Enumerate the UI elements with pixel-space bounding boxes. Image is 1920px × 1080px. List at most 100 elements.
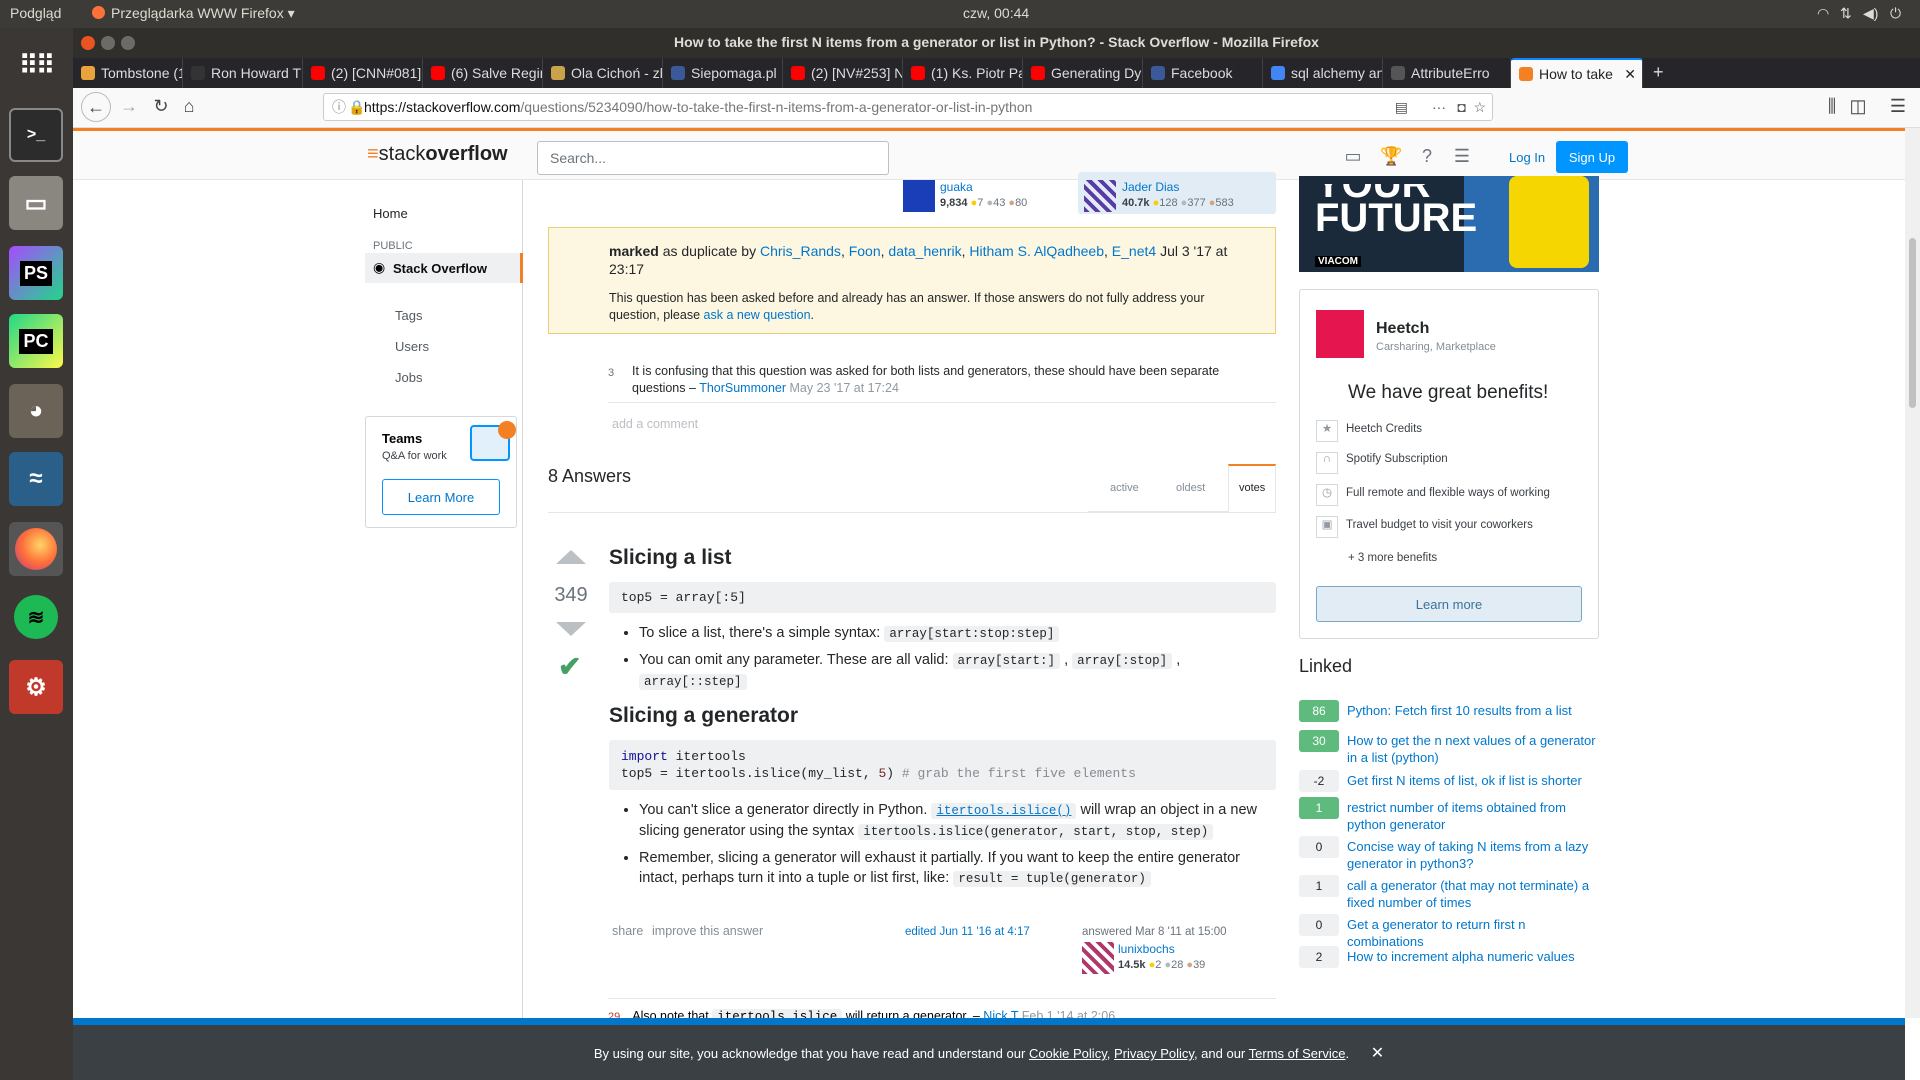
review-queues-icon[interactable]: ☰	[1451, 146, 1473, 167]
browser-tab[interactable]: Tombstone (1	[73, 58, 183, 88]
linked-question-link[interactable]: restrict number of items obtained from p…	[1347, 799, 1599, 833]
bookmark-star-icon[interactable]: ☆	[1473, 99, 1486, 116]
browser-tab[interactable]: Ola Cichoń - zb	[543, 58, 663, 88]
user-card[interactable]: guaka 9,834 ●7 ●43 ●80	[898, 180, 1058, 214]
firefox-icon[interactable]	[9, 522, 63, 576]
sort-icon[interactable]: ⇅	[1840, 5, 1852, 22]
linked-question-link[interactable]: How to increment alpha numeric values	[1347, 948, 1599, 965]
scrollbar-thumb[interactable]	[1909, 238, 1916, 408]
tab-oldest[interactable]: oldest	[1176, 482, 1205, 494]
avatar[interactable]	[1082, 942, 1114, 974]
company-logo[interactable]	[1316, 310, 1364, 358]
wifi-icon[interactable]: ◠	[1817, 5, 1829, 22]
volume-icon[interactable]: ◀)	[1863, 5, 1878, 22]
browser-tab[interactable]: Generating Dy	[1023, 58, 1143, 88]
downvote-icon[interactable]	[556, 622, 586, 636]
so-logo[interactable]: ≡stackoverflow	[367, 143, 508, 166]
nav-tags[interactable]: Tags	[395, 308, 422, 323]
user-card[interactable]: Jader Dias 40.7k ●128 ●377 ●583	[1078, 172, 1276, 214]
user-name[interactable]: guaka	[940, 180, 973, 194]
ask-new-question-link[interactable]: ask a new question	[704, 308, 811, 322]
privacy-policy-link[interactable]: Privacy Policy	[1114, 1046, 1194, 1061]
power-icon[interactable]: ⏻	[1890, 5, 1901, 22]
mysql-workbench-icon[interactable]: ≈	[9, 452, 63, 506]
share-link[interactable]: share	[612, 924, 643, 938]
library-icon[interactable]: ⫼	[1820, 96, 1844, 117]
nav-home[interactable]: Home	[373, 206, 408, 221]
sidebar-toggle-icon[interactable]: ◫	[1846, 96, 1870, 117]
inbox-icon[interactable]: ▭	[1342, 146, 1364, 167]
linked-question-link[interactable]: Get first N items of list, ok if list is…	[1347, 772, 1599, 789]
browser-tab[interactable]: (2) [CNN#081]	[303, 58, 423, 88]
linked-question-link[interactable]: Python: Fetch first 10 results from a li…	[1347, 702, 1599, 719]
app-grid-icon[interactable]: ⠿⠿	[9, 38, 63, 92]
file-cabinet-icon[interactable]: ▭	[9, 176, 63, 230]
dup-user-link[interactable]: E_net4	[1112, 243, 1156, 259]
browser-tab[interactable]: sql alchemy an	[1263, 58, 1383, 88]
answer-user-name[interactable]: lunixbochs	[1118, 942, 1175, 956]
browser-tab[interactable]: Facebook	[1143, 58, 1263, 88]
close-cookie-icon[interactable]: ✕	[1371, 1045, 1384, 1062]
browser-tab[interactable]: (6) Salve Regin	[423, 58, 543, 88]
spotify-icon[interactable]: ≋	[9, 590, 63, 644]
trophy-icon[interactable]: 🏆	[1380, 146, 1402, 167]
teams-learn-more-button[interactable]: Learn More	[382, 479, 500, 515]
page-actions-icon[interactable]: ···	[1432, 99, 1446, 115]
login-link[interactable]: Log In	[1509, 150, 1545, 165]
dup-user-link[interactable]: Chris_Rands	[760, 243, 841, 259]
help-icon[interactable]: ?	[1416, 146, 1438, 167]
user-name[interactable]: Jader Dias	[1122, 180, 1179, 194]
gimp-icon[interactable]: ◕	[9, 384, 63, 438]
forward-icon[interactable]: →	[117, 96, 141, 117]
nav-users[interactable]: Users	[395, 339, 429, 354]
url-bar[interactable]: ⓘ 🔒 https://stackoverflow.com/questions/…	[323, 93, 1493, 121]
upvote-icon[interactable]	[556, 550, 586, 564]
info-icon[interactable]: ⓘ	[332, 97, 346, 117]
top-bar-left-label[interactable]: Podgląd	[10, 5, 61, 21]
linked-question-link[interactable]: call a generator (that may not terminate…	[1347, 877, 1599, 911]
reader-view-icon[interactable]: ▤	[1395, 99, 1408, 116]
dup-user-link[interactable]: Hitham S. AlQadheeb	[969, 243, 1104, 259]
dup-user-link[interactable]: Foon	[849, 243, 881, 259]
improve-answer-link[interactable]: improve this answer	[652, 924, 763, 938]
linked-question-link[interactable]: Concise way of taking N items from a laz…	[1347, 838, 1599, 872]
browser-tab[interactable]: Ron Howard T	[183, 58, 303, 88]
company-name[interactable]: Heetch	[1376, 320, 1429, 338]
page-scrollbar[interactable]	[1905, 128, 1920, 1018]
edited-link[interactable]: edited Jun 11 '16 at 4:17	[905, 926, 1030, 938]
comment-user-link[interactable]: ThorSummoner	[699, 381, 786, 395]
system-settings-icon[interactable]: ⚙	[9, 660, 63, 714]
browser-tab[interactable]: AttributeErro	[1383, 58, 1511, 88]
linked-question-link[interactable]: Get a generator to return first n combin…	[1347, 916, 1599, 950]
tos-link[interactable]: Terms of Service	[1249, 1046, 1346, 1061]
pocket-icon[interactable]: ◘	[1458, 99, 1466, 115]
nav-stackoverflow[interactable]: ◉ Stack Overflow	[365, 253, 523, 283]
back-icon[interactable]: ←	[81, 92, 111, 122]
browser-tab[interactable]: How to take ✕	[1511, 58, 1643, 88]
hamburger-menu-icon[interactable]: ☰	[1886, 96, 1910, 117]
tab-votes[interactable]: votes	[1228, 464, 1276, 512]
phpstorm-icon[interactable]: PS	[9, 246, 63, 300]
add-comment-link[interactable]: add a comment	[612, 417, 698, 431]
viacom-ad[interactable]: YOURFUTURE VIACOM	[1299, 176, 1599, 272]
nav-jobs[interactable]: Jobs	[395, 370, 422, 385]
pycharm-icon[interactable]: PC	[9, 314, 63, 368]
top-bar-app-menu[interactable]: Przeglądarka WWW Firefox ▾	[92, 5, 295, 22]
home-icon[interactable]: ⌂	[177, 96, 201, 117]
new-tab-icon[interactable]: +	[1653, 62, 1664, 83]
dup-user-link[interactable]: data_henrik	[888, 243, 961, 259]
islice-doc-link[interactable]: itertools.islice()	[931, 803, 1077, 819]
reload-icon[interactable]: ↻	[149, 96, 173, 117]
close-tab-icon[interactable]: ✕	[1624, 66, 1636, 83]
cookie-policy-link[interactable]: Cookie Policy	[1029, 1046, 1107, 1061]
tab-active[interactable]: active	[1110, 482, 1139, 494]
browser-tab[interactable]: Siepomaga.pl	[663, 58, 783, 88]
terminal-icon[interactable]: >_	[9, 108, 63, 162]
browser-tab[interactable]: (2) [NV#253] N	[783, 58, 903, 88]
signup-button[interactable]: Sign Up	[1556, 141, 1628, 173]
browser-tab[interactable]: (1) Ks. Piotr Pa	[903, 58, 1023, 88]
search-input[interactable]: Search...	[537, 141, 889, 175]
comment-user-link[interactable]: Nick T	[983, 1009, 1018, 1018]
top-bar-clock[interactable]: czw, 00:44	[963, 5, 1029, 21]
linked-question-link[interactable]: How to get the n next values of a genera…	[1347, 732, 1599, 766]
